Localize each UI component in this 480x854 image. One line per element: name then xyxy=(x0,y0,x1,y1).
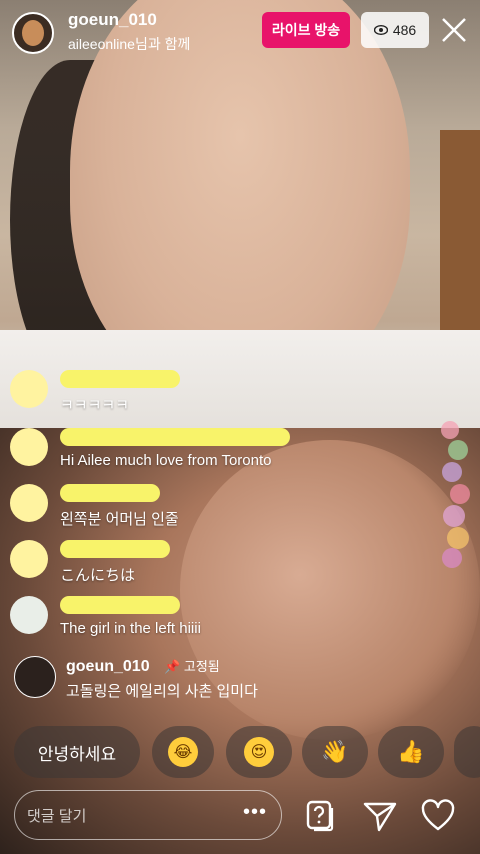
comment-text: The girl in the left hiiii xyxy=(60,620,201,637)
pinned-status: 고정됨 xyxy=(183,659,220,674)
pinned-comment: goeun_010 📌 고정됨 고돌링은 에일리의 사촌 입미다 xyxy=(14,656,258,701)
host-video-feed xyxy=(0,0,480,428)
comment-input[interactable]: 댓글 달기 ••• xyxy=(14,790,282,840)
comment-placeholder: 댓글 달기 xyxy=(27,808,87,825)
pinned-avatar xyxy=(14,656,56,698)
commenter-name-redacted xyxy=(60,370,180,388)
host-avatar[interactable] xyxy=(12,12,54,54)
heart-eyes-emoji-icon: 😍 xyxy=(244,737,274,767)
comment-text: Hi Ailee much love from Toronto xyxy=(60,452,272,469)
quick-reply-more[interactable] xyxy=(454,726,480,778)
comment-item: The girl in the left hiiii xyxy=(10,596,201,637)
quick-reply-laugh[interactable]: 😂 xyxy=(152,726,214,778)
floating-hearts-icon xyxy=(441,421,470,568)
commenter-name-redacted xyxy=(60,596,180,614)
comment-item: ㅋㅋㅋㅋㅋ xyxy=(10,370,180,415)
pinned-username: goeun_010 xyxy=(66,658,150,675)
comment-item: こんにちは xyxy=(10,540,170,585)
comment-text: 왼쪽분 어머님 인줄 xyxy=(60,511,179,528)
commenter-name-redacted xyxy=(60,428,290,446)
close-icon[interactable] xyxy=(440,16,468,44)
comment-text: ㅋㅋㅋㅋㅋ xyxy=(60,397,130,414)
commenter-avatar-redacted xyxy=(10,596,48,634)
host-username[interactable]: goeun_010 xyxy=(68,10,157,30)
eye-icon xyxy=(373,25,388,35)
thumbs-up-emoji-icon: 👍 xyxy=(397,739,425,764)
more-icon[interactable]: ••• xyxy=(243,801,267,824)
background-door xyxy=(440,130,480,330)
commenter-name-redacted xyxy=(60,484,160,502)
laugh-cry-emoji-icon: 😂 xyxy=(168,737,198,767)
comment-item: Hi Ailee much love from Toronto xyxy=(10,428,290,469)
commenter-name-redacted xyxy=(60,540,170,558)
wave-emoji-icon: 👋 xyxy=(321,739,349,764)
comment-text: こんにちは xyxy=(60,567,136,584)
commenter-avatar-redacted xyxy=(10,370,48,408)
commenter-avatar-redacted xyxy=(10,484,48,522)
pin-label: 📌 고정됨 xyxy=(164,659,220,674)
heart-icon[interactable] xyxy=(420,798,456,834)
live-badge[interactable]: 라이브 방송 xyxy=(262,12,350,48)
comment-item: 왼쪽분 어머님 인줄 xyxy=(10,484,179,529)
viewer-count: 486 xyxy=(392,22,417,38)
pinned-text: 고돌링은 에일리의 사촌 입미다 xyxy=(66,683,258,700)
quick-reply-text[interactable]: 안녕하세요 xyxy=(14,726,140,778)
quick-reply-wave[interactable]: 👋 xyxy=(302,726,368,778)
commenter-avatar-redacted xyxy=(10,428,48,466)
quick-reply-thumbs-up[interactable]: 👍 xyxy=(378,726,444,778)
quick-reply-heart-eyes[interactable]: 😍 xyxy=(226,726,292,778)
pin-icon: 📌 xyxy=(164,659,181,674)
commenter-avatar-redacted xyxy=(10,540,48,578)
send-icon[interactable] xyxy=(362,798,398,834)
co-host-label[interactable]: aileeonline님과 함께 xyxy=(68,34,190,54)
viewer-count-button[interactable]: 486 xyxy=(361,12,429,48)
question-icon[interactable] xyxy=(302,798,338,834)
